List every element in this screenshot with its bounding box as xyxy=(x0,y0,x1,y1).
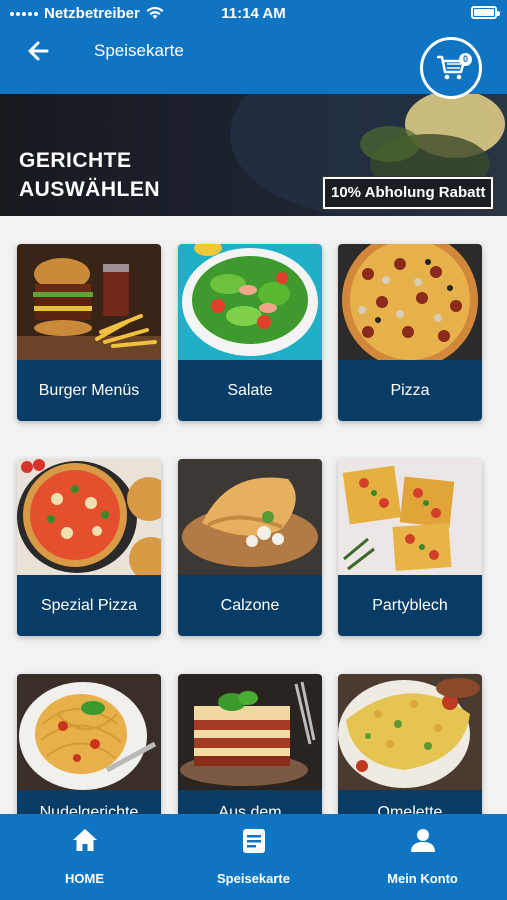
category-label: Omelette xyxy=(338,790,482,814)
hero-title: GERICHTE AUSWÄHLEN xyxy=(19,149,160,201)
pasta-image xyxy=(17,674,161,790)
category-label: Spezial Pizza xyxy=(17,575,161,636)
salad-image xyxy=(178,244,322,360)
bottom-navigation: HOME Speisekarte Mein Konto xyxy=(0,814,507,900)
category-grid: Burger Menüs Salate Pizza Spezial Pizza … xyxy=(0,216,507,814)
category-card-aus-dem[interactable]: Aus dem xyxy=(178,674,322,814)
category-card-spezial-pizza[interactable]: Spezial Pizza xyxy=(17,459,161,636)
category-label: Calzone xyxy=(178,575,322,636)
party-tray-image xyxy=(338,459,482,575)
hero-banner: GERICHTE AUSWÄHLEN 10% Abholung Rabatt xyxy=(0,94,507,216)
category-label: Partyblech xyxy=(338,575,482,636)
battery-icon xyxy=(471,6,500,19)
back-button[interactable] xyxy=(22,36,56,66)
category-label: Salate xyxy=(178,360,322,421)
pickup-discount-badge: 10% Abholung Rabatt xyxy=(321,176,495,210)
category-label: Nudelgerichte xyxy=(17,790,161,814)
lasagna-image xyxy=(178,674,322,790)
tab-speisekarte[interactable]: Speisekarte xyxy=(169,814,338,900)
clock: 11:14 AM xyxy=(221,5,286,22)
menu-book-icon xyxy=(242,829,265,853)
category-card-pizza[interactable]: Pizza xyxy=(338,244,482,421)
tab-label: Speisekarte xyxy=(217,871,290,886)
category-label: Burger Menüs xyxy=(17,360,161,421)
cart-count-badge: 0 xyxy=(459,53,472,66)
burger-image xyxy=(17,244,161,360)
special-pizza-image xyxy=(17,459,161,575)
arrow-left-icon xyxy=(28,41,49,61)
category-label: Pizza xyxy=(338,360,482,421)
category-label: Aus dem xyxy=(178,790,322,814)
category-card-burger[interactable]: Burger Menüs xyxy=(17,244,161,421)
pizza-image xyxy=(338,244,482,360)
tab-mein-konto[interactable]: Mein Konto xyxy=(338,814,507,900)
status-bar: Netzbetreiber 11:14 AM xyxy=(0,0,507,26)
category-card-omelette[interactable]: Omelette xyxy=(338,674,482,814)
tab-label: HOME xyxy=(65,871,104,886)
category-card-nudelgerichte[interactable]: Nudelgerichte xyxy=(17,674,161,814)
page-title: Speisekarte xyxy=(94,41,184,60)
cart-button[interactable]: 0 xyxy=(420,37,482,99)
category-card-calzone[interactable]: Calzone xyxy=(178,459,322,636)
tab-home[interactable]: HOME xyxy=(0,814,169,900)
omelette-image xyxy=(338,674,482,790)
category-card-partyblech[interactable]: Partyblech xyxy=(338,459,482,636)
home-icon xyxy=(72,829,97,851)
calzone-image xyxy=(178,459,322,575)
account-icon xyxy=(410,829,435,852)
tab-label: Mein Konto xyxy=(387,871,458,886)
category-card-salate[interactable]: Salate xyxy=(178,244,322,421)
